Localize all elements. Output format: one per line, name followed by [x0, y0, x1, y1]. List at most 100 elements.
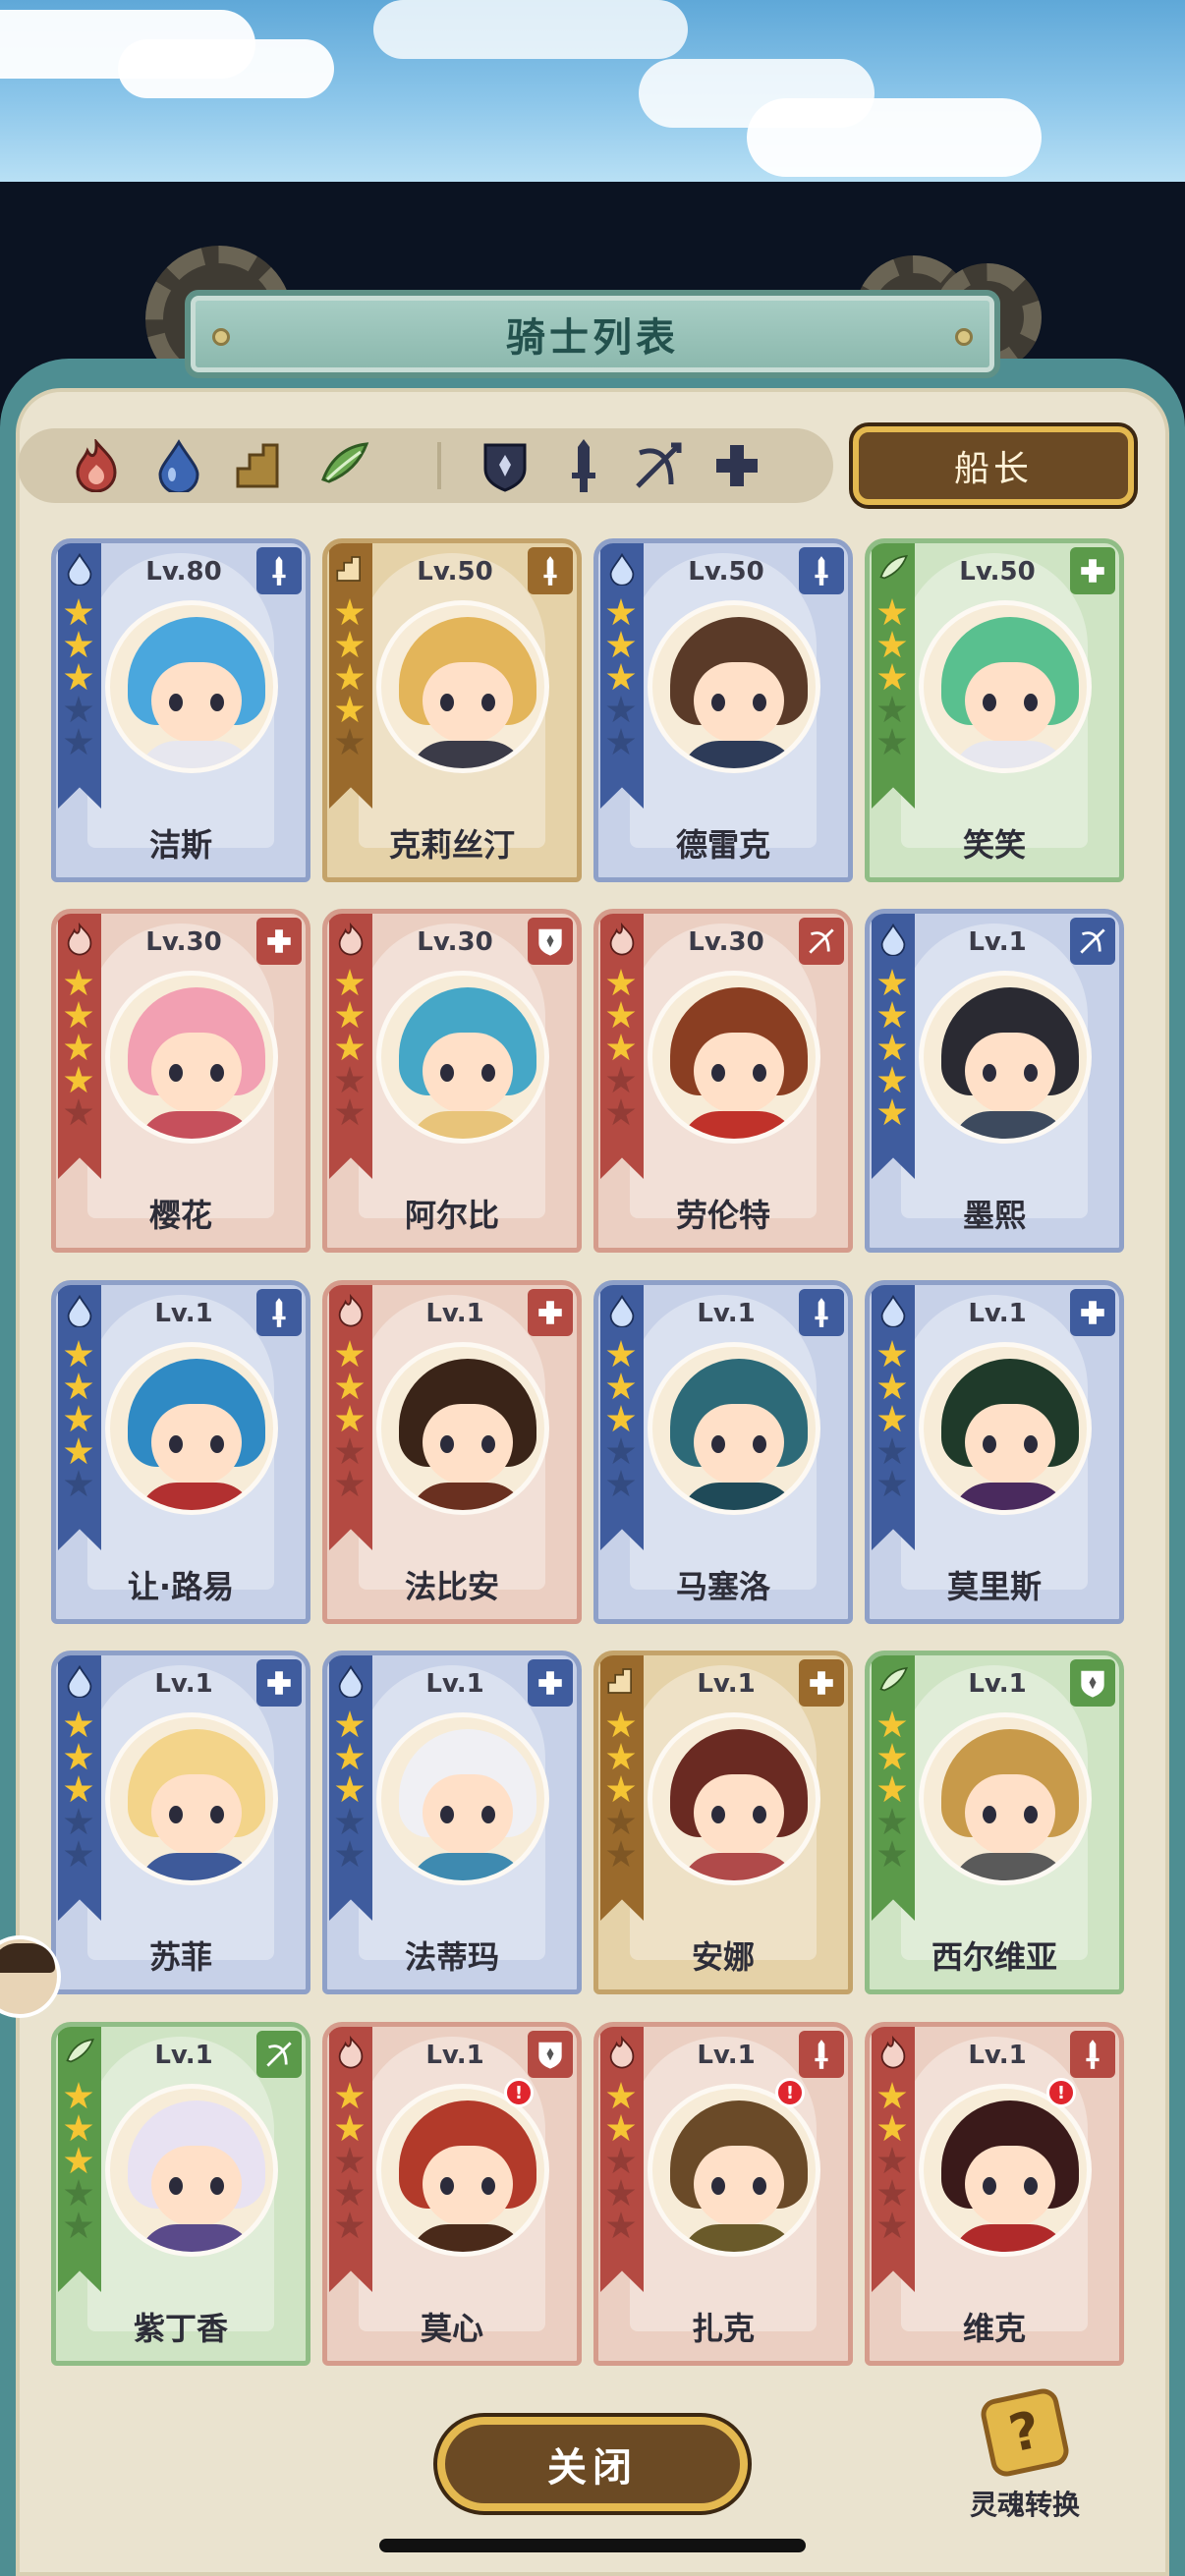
star-icon: [335, 1001, 365, 1029]
knight-name: 樱花: [148, 1197, 212, 1234]
star-icon: [877, 598, 907, 626]
star-rating: [606, 1710, 638, 1873]
knight-card[interactable]: Lv.1 苏菲: [51, 1651, 310, 1994]
knight-level: Lv.50: [688, 557, 764, 587]
cross-filter-icon[interactable]: [709, 438, 764, 493]
star-rating: [64, 1710, 95, 1873]
knight-card[interactable]: Lv.1 马塞洛: [593, 1280, 853, 1624]
star-icon: [335, 1034, 365, 1061]
star-icon: [877, 696, 907, 723]
star-icon: [877, 2179, 907, 2207]
water-filter-icon[interactable]: [151, 438, 206, 493]
close-button[interactable]: 关闭: [437, 2417, 748, 2511]
knight-card[interactable]: Lv.1 西尔维亚: [865, 1651, 1124, 1994]
alert-badge-icon: !: [504, 2078, 534, 2107]
star-icon: [335, 663, 365, 691]
knight-card[interactable]: Lv.1 让·路易: [51, 1280, 310, 1624]
sword-class-icon: [256, 547, 302, 594]
star-rating: [606, 598, 638, 760]
star-icon: [877, 1808, 907, 1835]
knight-card[interactable]: Lv.1 安娜: [593, 1651, 853, 1994]
knight-card[interactable]: Lv.50 笑笑: [865, 538, 1124, 882]
star-rating: [64, 2082, 95, 2244]
knight-card[interactable]: Lv.1! 莫心: [322, 2022, 582, 2366]
water-element-icon: [333, 1661, 368, 1701]
star-icon: [64, 1034, 93, 1061]
star-rating: [335, 2082, 367, 2244]
knight-name: 法蒂玛: [404, 1938, 499, 1976]
knight-card[interactable]: Lv.1 紫丁香: [51, 2022, 310, 2366]
star-icon: [64, 663, 93, 691]
knight-card[interactable]: Lv.1! 维克: [865, 2022, 1124, 2366]
knight-name: 马塞洛: [675, 1568, 770, 1605]
knight-level: Lv.1: [425, 1669, 484, 1699]
star-icon: [606, 1840, 636, 1868]
knight-name: 莫心: [420, 2310, 483, 2347]
knight-portrait: [105, 1712, 278, 1885]
knight-card[interactable]: Lv.1! 扎克: [593, 2022, 853, 2366]
knight-portrait: [919, 971, 1092, 1144]
sword-class-icon: [799, 547, 844, 594]
knight-card[interactable]: Lv.50 德雷克: [593, 538, 853, 882]
sword-class-icon: [528, 547, 573, 594]
knight-name: 笑笑: [962, 826, 1026, 864]
sword-filter-icon[interactable]: [556, 438, 611, 493]
star-icon: [335, 2114, 365, 2142]
star-rating: [606, 2082, 638, 2244]
earth-filter-icon[interactable]: [234, 438, 289, 493]
knight-card[interactable]: Lv.1 莫里斯: [865, 1280, 1124, 1624]
shield-class-icon: [528, 2031, 573, 2078]
knight-portrait: [105, 971, 278, 1144]
star-icon: [64, 1066, 93, 1093]
soul-convert-button[interactable]: ? 灵魂转换: [951, 2385, 1099, 2531]
knight-portrait: [648, 971, 820, 1144]
star-icon: [335, 1808, 365, 1835]
knight-name: 阿尔比: [404, 1197, 499, 1234]
knight-card[interactable]: Lv.50 克莉丝汀: [322, 538, 582, 882]
knight-name: 法比安: [404, 1568, 499, 1605]
knight-level: Lv.50: [959, 557, 1036, 587]
knight-level: Lv.1: [154, 1669, 213, 1699]
knight-level: Lv.30: [688, 927, 764, 957]
knight-card[interactable]: Lv.1 墨熙: [865, 909, 1124, 1253]
soul-convert-label: 灵魂转换: [969, 2489, 1080, 2521]
fire-filter-icon[interactable]: [69, 438, 124, 493]
star-icon: [606, 2082, 636, 2109]
knight-portrait: [648, 1342, 820, 1515]
star-icon: [64, 631, 93, 658]
filter-bar: [18, 428, 833, 503]
captain-button[interactable]: 船长: [853, 426, 1134, 505]
star-icon: [64, 2114, 93, 2142]
knight-portrait: [376, 1712, 549, 1885]
knight-name: 德雷克: [675, 826, 770, 864]
star-icon: [64, 2147, 93, 2174]
sword-class-icon: [799, 1289, 844, 1336]
wind-filter-icon[interactable]: [316, 438, 371, 493]
knight-name: 莫里斯: [946, 1568, 1042, 1605]
star-rating: [335, 1710, 367, 1873]
star-icon: [877, 969, 907, 996]
knight-card[interactable]: Lv.1 法蒂玛: [322, 1651, 582, 1994]
shield-filter-icon[interactable]: [478, 438, 533, 493]
cross-class-icon: [528, 1289, 573, 1336]
star-icon: [606, 2147, 636, 2174]
knight-card[interactable]: Lv.30 劳伦特: [593, 909, 853, 1253]
knight-card[interactable]: Lv.30 阿尔比: [322, 909, 582, 1253]
star-icon: [335, 1710, 365, 1738]
knight-level: Lv.1: [968, 927, 1027, 957]
bow-filter-icon[interactable]: [631, 438, 686, 493]
knight-card[interactable]: Lv.30 樱花: [51, 909, 310, 1253]
star-icon: [606, 1098, 636, 1126]
knight-level: Lv.30: [417, 927, 493, 957]
knight-card[interactable]: Lv.80 洁斯: [51, 538, 310, 882]
star-icon: [335, 631, 365, 658]
fire-element-icon: [333, 2033, 368, 2072]
star-icon: [64, 598, 93, 626]
cross-class-icon: [528, 1659, 573, 1707]
star-icon: [606, 1470, 636, 1497]
filter-divider: [437, 442, 441, 489]
star-icon: [606, 1437, 636, 1465]
water-element-icon: [604, 1291, 640, 1330]
knight-card[interactable]: Lv.1 法比安: [322, 1280, 582, 1624]
cross-class-icon: [256, 918, 302, 965]
